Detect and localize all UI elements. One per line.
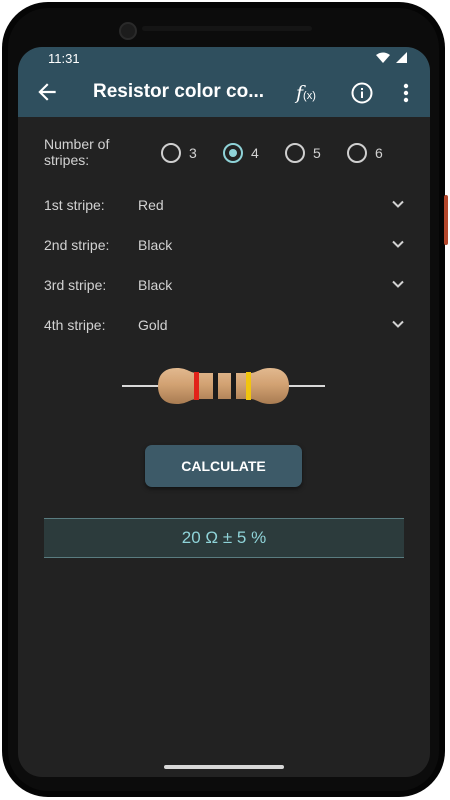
back-arrow-icon[interactable] xyxy=(34,79,60,105)
radio-stripes-3[interactable]: 3 xyxy=(161,142,197,164)
stripe-2-value[interactable]: Black xyxy=(138,237,172,253)
stripes-count-label: Number of stripes: xyxy=(44,136,109,168)
resistor-band-3 xyxy=(231,373,236,399)
result-display: 20 Ω ± 5 % xyxy=(44,518,404,558)
status-bar: 11:31 xyxy=(18,47,430,69)
chevron-down-icon[interactable] xyxy=(391,277,405,291)
stripe-4-label: 4th stripe: xyxy=(44,317,106,333)
stripe-2-label: 2nd stripe: xyxy=(44,237,110,253)
calculate-button[interactable]: CALCULATE xyxy=(145,445,302,487)
stripe-4-selector[interactable]: 4th stripe: Gold xyxy=(18,310,430,340)
stripe-4-value[interactable]: Gold xyxy=(138,317,168,333)
radio-label: 4 xyxy=(251,145,259,161)
app-screen: 11:31 Resistor color co... f(x) Number o… xyxy=(18,47,430,777)
radio-circle[interactable] xyxy=(285,143,305,163)
radio-circle-selected[interactable] xyxy=(223,143,243,163)
status-time: 11:31 xyxy=(48,51,80,66)
radio-label: 3 xyxy=(189,145,197,161)
app-toolbar: Resistor color co... f(x) xyxy=(18,69,430,117)
wifi-icon xyxy=(376,52,390,63)
radio-circle[interactable] xyxy=(347,143,367,163)
gesture-nav-handle[interactable] xyxy=(164,765,284,769)
chevron-down-icon[interactable] xyxy=(391,197,405,211)
status-icons xyxy=(376,52,407,63)
resistor-band-2 xyxy=(213,373,218,399)
stripes-count-label-line1: Number of xyxy=(44,136,110,152)
resistor-band-1 xyxy=(194,372,199,400)
power-button xyxy=(444,195,448,245)
function-icon-main: f xyxy=(296,82,304,104)
chevron-down-icon[interactable] xyxy=(391,317,405,331)
function-icon-sub: (x) xyxy=(303,90,316,102)
signal-icon xyxy=(396,52,407,63)
radio-stripes-5[interactable]: 5 xyxy=(285,142,321,164)
stripe-2-selector[interactable]: 2nd stripe: Black xyxy=(18,230,430,260)
radio-stripes-6[interactable]: 6 xyxy=(347,142,383,164)
more-vert-icon[interactable] xyxy=(398,81,414,105)
earpiece-speaker xyxy=(142,26,312,31)
stripes-count-label-line2: stripes: xyxy=(44,152,90,168)
function-icon[interactable]: f(x) xyxy=(296,79,324,107)
resistor-illustration xyxy=(122,368,325,404)
stripe-1-selector[interactable]: 1st stripe: Red xyxy=(18,190,430,220)
stripe-3-value[interactable]: Black xyxy=(138,277,172,293)
resistor-band-4 xyxy=(246,372,251,400)
page-title: Resistor color co... xyxy=(93,81,265,102)
chevron-down-icon[interactable] xyxy=(391,237,405,251)
radio-stripes-4[interactable]: 4 xyxy=(223,142,259,164)
radio-circle[interactable] xyxy=(161,143,181,163)
front-camera xyxy=(119,22,137,40)
radio-label: 6 xyxy=(375,145,383,161)
radio-label: 5 xyxy=(313,145,321,161)
stripe-3-label: 3rd stripe: xyxy=(44,277,107,293)
info-icon[interactable] xyxy=(350,81,374,105)
stripe-1-label: 1st stripe: xyxy=(44,197,105,213)
resistor-body xyxy=(158,368,289,404)
stripe-3-selector[interactable]: 3rd stripe: Black xyxy=(18,270,430,300)
stripe-1-value[interactable]: Red xyxy=(138,197,164,213)
